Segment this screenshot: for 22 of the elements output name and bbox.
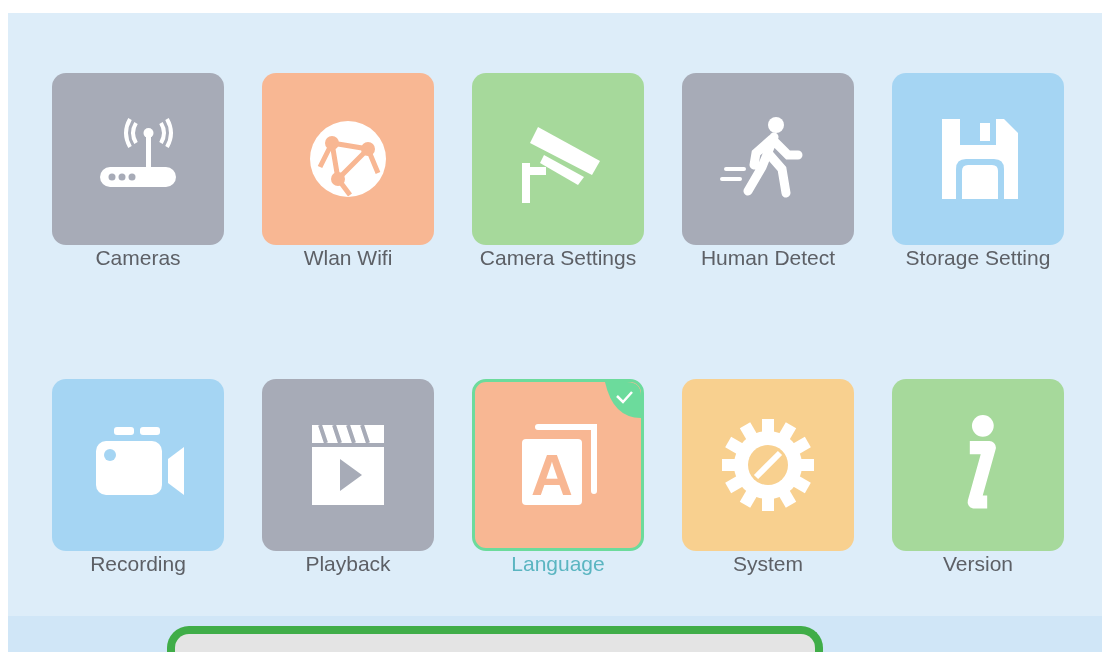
bottom-button[interactable] — [167, 626, 823, 652]
menu-tile[interactable] — [52, 379, 224, 551]
tile-label: Wlan Wifi — [303, 246, 393, 270]
tile-label: Playback — [305, 552, 391, 576]
menu-tile[interactable] — [682, 73, 854, 245]
menu-tile[interactable] — [52, 73, 224, 245]
tile-label: Recording — [90, 552, 186, 576]
menu-tile[interactable] — [472, 73, 644, 245]
menu-tile[interactable] — [262, 379, 434, 551]
tile-label: Cameras — [95, 246, 181, 270]
menu-tile[interactable] — [262, 73, 434, 245]
tile-label: Human Detect — [700, 246, 836, 270]
check-icon — [605, 382, 641, 418]
tile-label: Camera Settings — [479, 246, 637, 270]
tile-label: Version — [942, 552, 1013, 576]
tile-label: Storage Setting — [905, 246, 1051, 270]
tile-label: System — [733, 552, 803, 576]
menu-tile[interactable] — [682, 379, 854, 551]
menu-tile[interactable] — [892, 73, 1064, 245]
tile-label: Language — [511, 552, 605, 576]
menu-tile[interactable]: A — [472, 379, 644, 551]
menu-tile[interactable] — [892, 379, 1064, 551]
